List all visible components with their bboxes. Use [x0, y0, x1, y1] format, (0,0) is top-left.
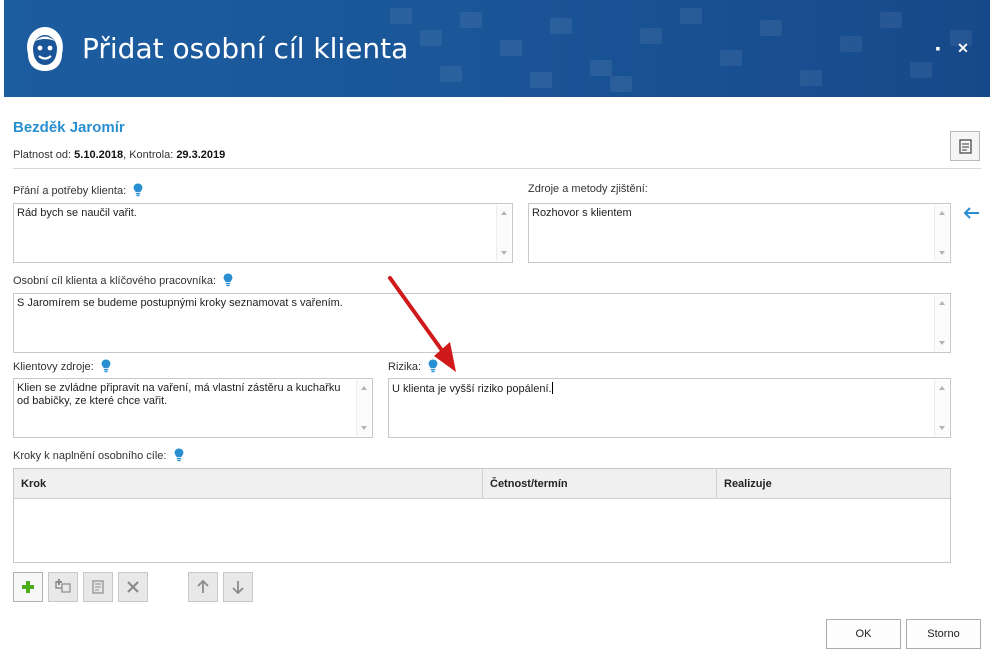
sources-label: Zdroje a metody zjištění:: [528, 183, 648, 195]
wishes-label: Přání a potřeby klienta:: [13, 185, 127, 197]
hint-bulb-icon[interactable]: [133, 183, 143, 197]
sources-textarea[interactable]: Rozhovor s klientem: [528, 203, 951, 263]
validity-from-value: 5.10.2018: [74, 149, 124, 161]
goal-scrollbar[interactable]: [934, 295, 949, 351]
client-avatar-icon: [27, 27, 63, 71]
client-name: Bezděk Jaromír: [13, 119, 125, 136]
ok-button[interactable]: OK: [826, 619, 901, 649]
notes-icon: [959, 139, 972, 154]
goal-label-row: Osobní cíl klienta a klíčového pracovník…: [13, 273, 233, 287]
goal-textarea[interactable]: S Jaromírem se budeme postupnými kroky s…: [13, 293, 951, 353]
hint-bulb-icon[interactable]: [428, 359, 438, 373]
maximize-button[interactable]: ▪: [930, 40, 946, 56]
steps-label-row: Kroky k naplnění osobního cíle:: [13, 448, 184, 462]
client-resources-text: Klien se zvládne připravit na vaření, má…: [17, 382, 341, 407]
steps-label: Kroky k naplnění osobního cíle:: [13, 450, 167, 462]
control-label: Kontrola:: [129, 149, 174, 161]
add-step-button[interactable]: [13, 572, 43, 602]
risks-scrollbar[interactable]: [934, 380, 949, 436]
column-header-realizes[interactable]: Realizuje: [716, 469, 950, 499]
add-sub-icon: [55, 579, 71, 593]
column-header-step[interactable]: Krok: [14, 469, 482, 499]
risks-label-row: Rizika:: [388, 359, 438, 373]
delete-step-button[interactable]: [118, 572, 148, 602]
header-pattern: [350, 0, 990, 97]
steps-table-header: Krok Četnost/termín Realizuje: [14, 469, 950, 499]
hint-bulb-icon[interactable]: [101, 359, 111, 373]
client-resources-label: Klientovy zdroje:: [13, 361, 94, 373]
window-header: Přidat osobní cíl klienta ▪ ✕: [4, 0, 990, 97]
edit-icon: [92, 580, 104, 594]
add-substep-button[interactable]: [48, 572, 78, 602]
move-up-icon: [197, 580, 209, 593]
risks-label: Rizika:: [388, 361, 422, 373]
close-button[interactable]: ✕: [955, 40, 971, 56]
move-up-button[interactable]: [188, 572, 218, 602]
client-resources-scrollbar[interactable]: [356, 380, 371, 436]
steps-table[interactable]: Krok Četnost/termín Realizuje: [13, 468, 951, 563]
wishes-text: Rád bych se naučil vařit.: [17, 207, 137, 219]
text-cursor: [551, 382, 553, 394]
wishes-label-row: Přání a potřeby klienta:: [13, 183, 143, 197]
header-divider: [13, 168, 981, 169]
delete-icon: [127, 581, 139, 593]
notes-button[interactable]: [950, 131, 980, 161]
wishes-textarea[interactable]: Rád bych se naučil vařit.: [13, 203, 513, 263]
validity-info: Platnost od: 5.10.2018, Kontrola: 29.3.2…: [13, 149, 226, 161]
sources-text: Rozhovor s klientem: [532, 207, 632, 219]
cancel-button[interactable]: Storno: [906, 619, 981, 649]
hint-bulb-icon[interactable]: [223, 273, 233, 287]
validity-from-label: Platnost od:: [13, 149, 72, 161]
edit-step-button[interactable]: [83, 572, 113, 602]
goal-text: S Jaromírem se budeme postupnými kroky s…: [17, 297, 343, 309]
move-down-button[interactable]: [223, 572, 253, 602]
back-arrow-icon[interactable]: [962, 206, 980, 220]
control-date-value: 29.3.2019: [176, 149, 226, 161]
column-header-frequency[interactable]: Četnost/termín: [482, 469, 716, 499]
window-title: Přidat osobní cíl klienta: [82, 32, 409, 65]
risks-text: U klienta je vyšší riziko popálení.: [392, 383, 552, 395]
risks-textarea[interactable]: U klienta je vyšší riziko popálení.: [388, 378, 951, 438]
client-resources-textarea[interactable]: Klien se zvládne připravit na vaření, má…: [13, 378, 373, 438]
sources-scrollbar[interactable]: [934, 205, 949, 261]
client-resources-label-row: Klientovy zdroje:: [13, 359, 111, 373]
move-down-icon: [232, 581, 244, 594]
wishes-scrollbar[interactable]: [496, 205, 511, 261]
add-icon: [22, 581, 34, 593]
hint-bulb-icon[interactable]: [174, 448, 184, 462]
goal-label: Osobní cíl klienta a klíčového pracovník…: [13, 275, 216, 287]
